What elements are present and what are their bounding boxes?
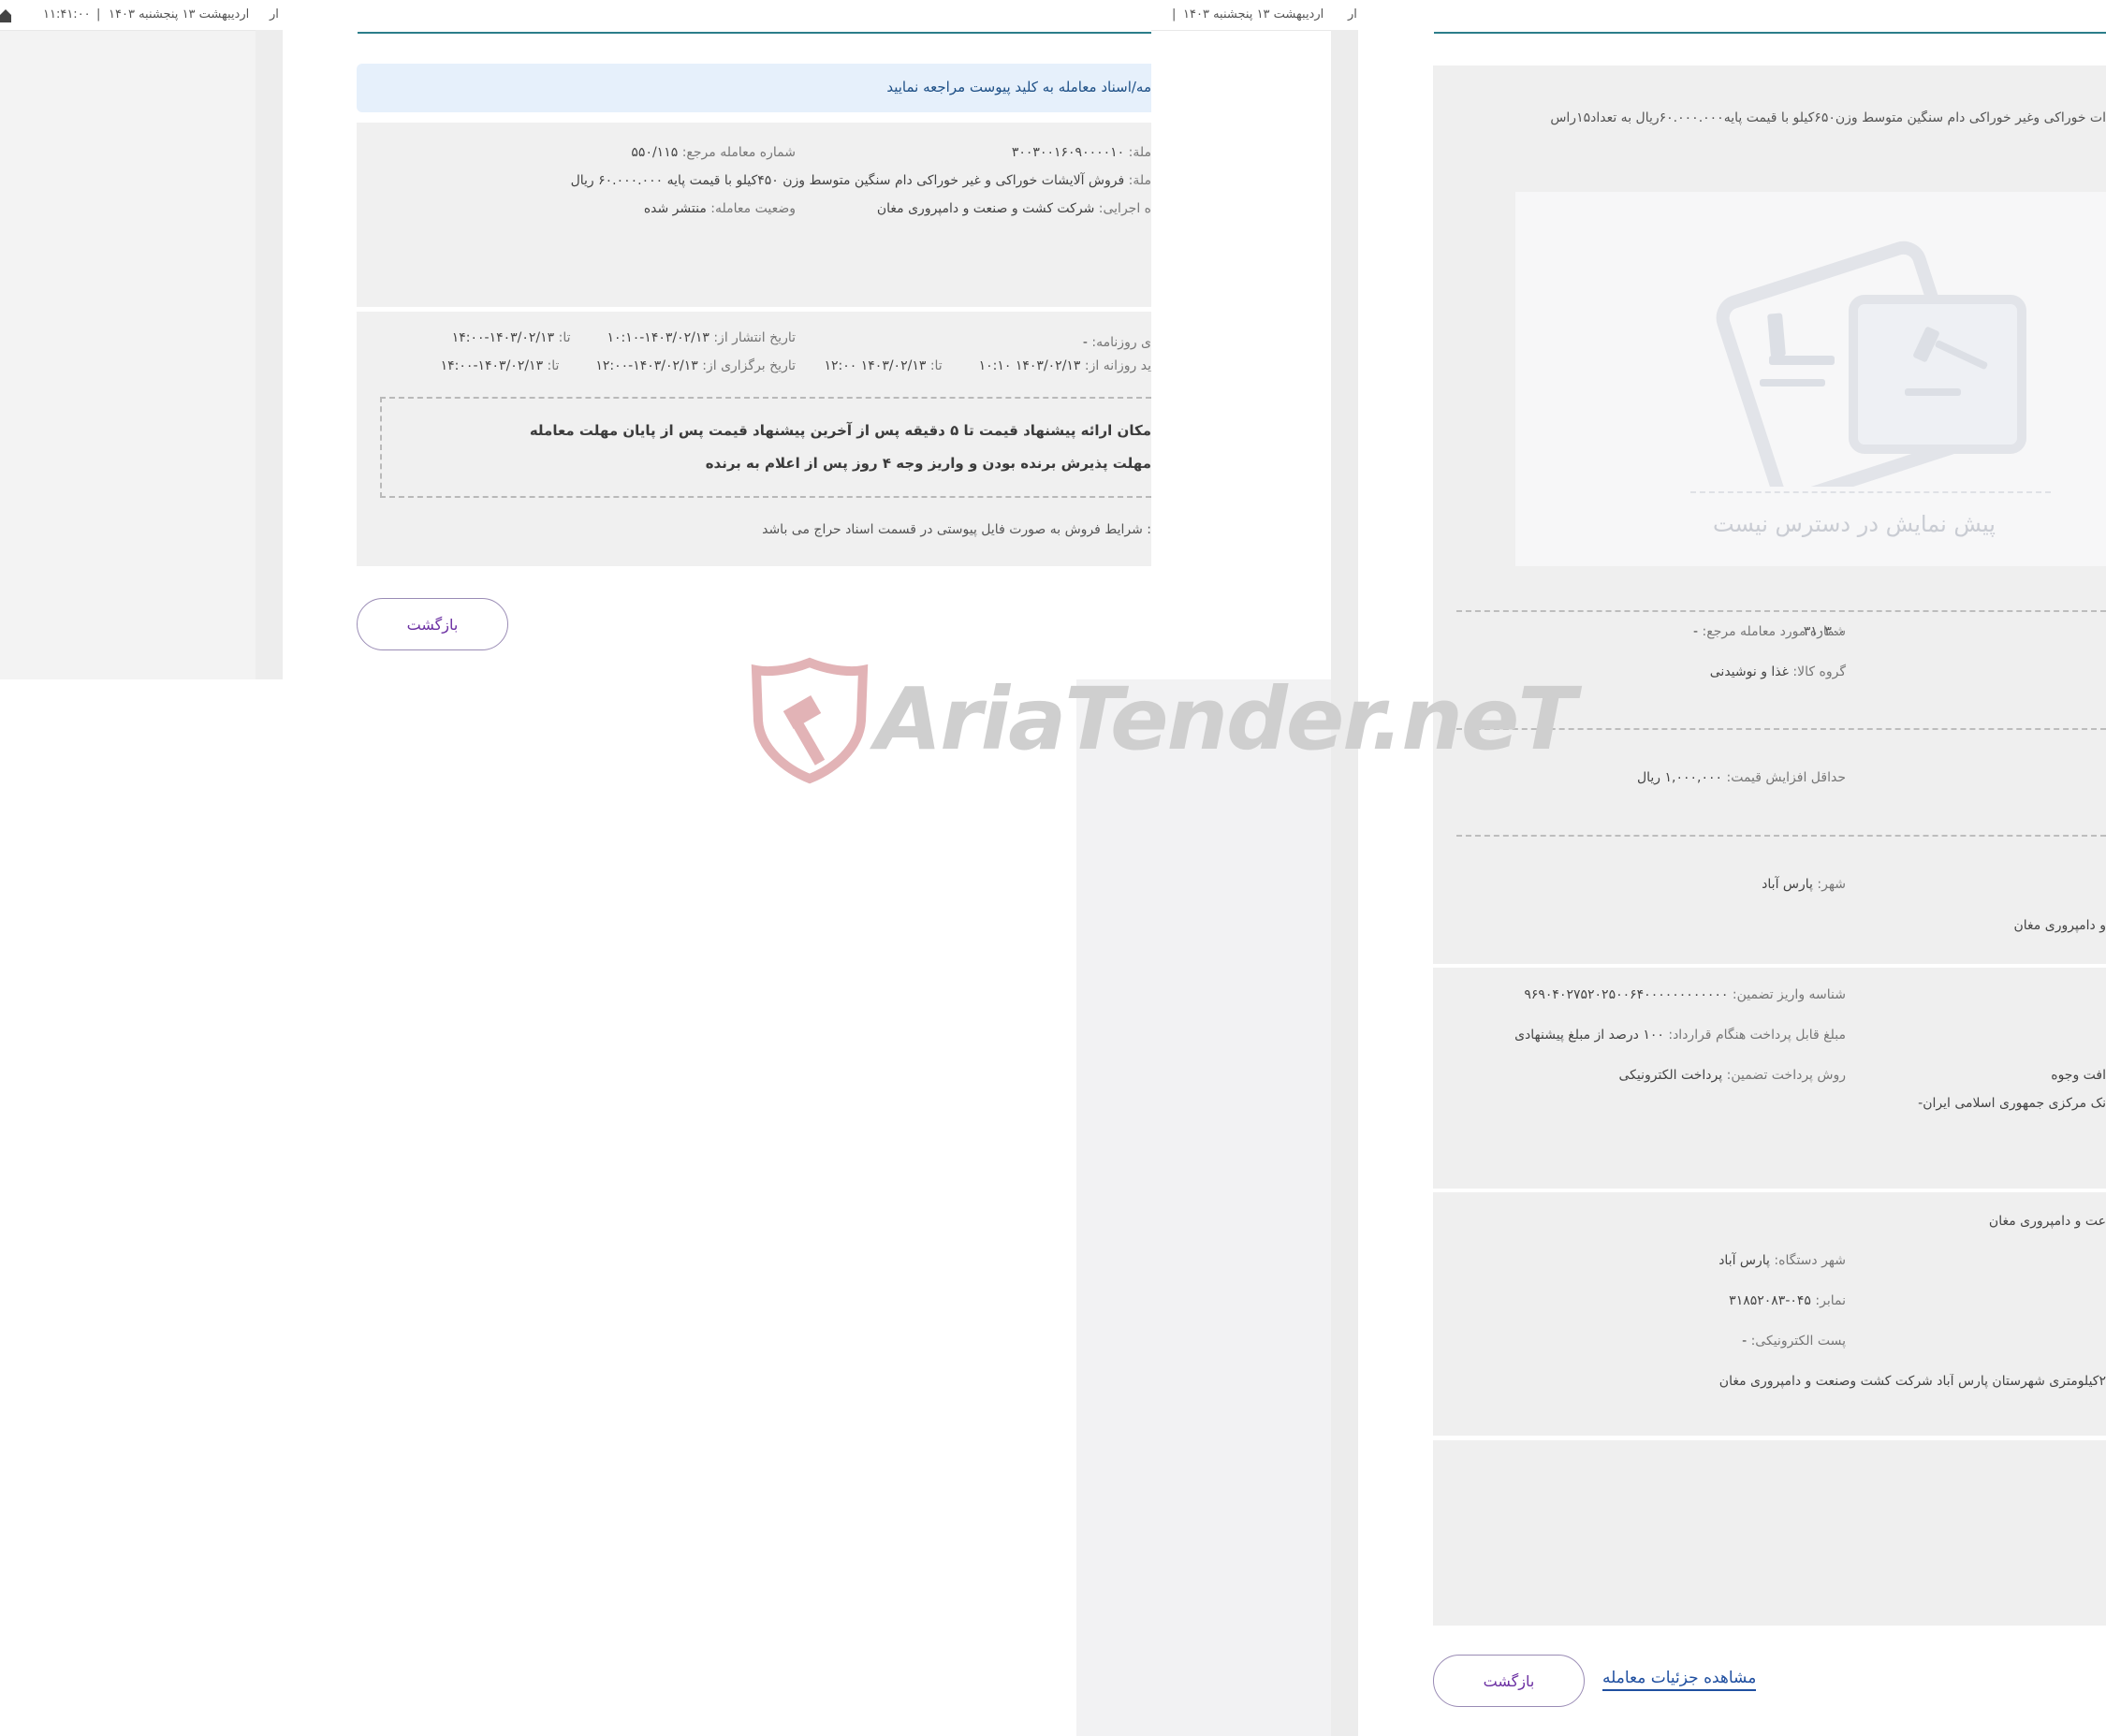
guarantee-method-label: روش پرداخت تضمین: [1726,1068,1846,1083]
email-value: - [1742,1334,1748,1349]
fax-row: نمابر: ۰۴۵-۳۱۸۵۲۰۸۳ [1488,1293,1846,1308]
city-row: شهر: پارس آباد [1488,877,1846,892]
executor-value: شرکت کشت و صنعت و دامپروری مغان [876,201,1095,216]
executor-row: ه اجرایی: شرکت کشت و صنعت و دامپروری مغا… [877,201,1151,216]
device-city-value: پارس آباد [1718,1253,1770,1268]
watermark-text: AriaTender.neT [875,669,1576,769]
deal-title-label: ملة: [1128,173,1151,188]
publish-label: تاریخ انتشار از: [713,330,796,345]
goods-group-label: گروه کالا: [1792,664,1846,679]
deal-intro-text: ات خوراکی وغیر خوراکی دام سنگین متوسط وز… [1550,110,2106,125]
ref-item-row: شماره مورد معامله مرجع: - [1488,624,1846,639]
background-sidebar [256,30,283,679]
fax-label: نمابر: [1815,1293,1846,1308]
preview-underline [1690,491,2051,493]
hold-to-label: تا: [547,358,560,373]
preview-unavailable-text: پیش نمایش در دسترس نیست [1713,511,1996,537]
deal-title-value: فروش آلایشات خوراکی و غیر خوراکی دام سنگ… [570,173,1125,188]
city-label: شهر: [1817,877,1846,892]
org-full-fragment: عت و دامپروری مغان [1988,1214,2106,1229]
contract-amount-value: ۱۰۰ درصد از مبلغ پیشنهادی [1514,1028,1664,1043]
status-label: وضعیت معامله: [710,201,796,216]
divider-1 [1456,610,2106,612]
min-increase-label: حداقل افزایش قیمت: [1726,770,1846,785]
middle-lower-sidebar [1076,679,1331,1736]
daily-row: ید روزانه از: ۱۴۰۳/۰۲/۱۳ ۱۰:۱۰ تا: ۱۴۰۳/… [825,358,1151,373]
ref-number-value: ۵۵۰/۱۱۵ [631,145,679,160]
ref-number-row: شماره معامله مرجع: ۵۵۰/۱۱۵ [631,145,796,160]
bank-fragment: نک مرکزی جمهوری اسلامی ایران- [1918,1096,2106,1111]
ref-item-value: - [1693,624,1699,639]
right-back-button[interactable]: بازگشت [1433,1655,1585,1707]
terms-text: : شرایط فروش به صورت فایل پیوستی در قسمت… [762,522,1151,537]
note-line-2: مهلت پذیرش برنده بودن و واریز وجه ۴ روز … [705,455,1151,472]
ref-number-label: شماره معامله مرجع: [681,145,796,160]
min-increase-row: حداقل افزایش قیمت: ۱,۰۰۰,۰۰۰ ریال [1488,770,1846,785]
contract-amount-row: مبلغ قابل پرداخت هنگام قرارداد: ۱۰۰ درصد… [1488,1028,1846,1043]
publish-to-label: تا: [558,330,571,345]
attachment-alert-text: مه/اسناد معامله به کلید پیوست مراجعه نما… [886,79,1151,95]
background-window [0,0,283,679]
daily-to: ۱۴۰۳/۰۲/۱۳ ۱۲:۰۰ [824,358,927,373]
contract-amount-label: مبلغ قابل پرداخت هنگام قرارداد: [1668,1028,1846,1043]
bg-topbar-time: ۱۱:۴۱:۰۰ [43,7,91,22]
status-value: منتشر شده [643,201,707,216]
deal-number-value: ۳۰۰۳۰۰۱۶۰۹۰۰۰۰۱۰ [1011,145,1125,160]
daily-label: ید روزانه از: [1084,358,1151,373]
receive-fragment: افت وجوه [2051,1068,2106,1083]
hold-to: ۱۴۰۳/۰۲/۱۳-۱۴:۰۰ [440,358,544,373]
guarantee-id-label: شناسه واریز تضمین: [1732,987,1846,1002]
fax-value: ۰۴۵-۳۱۸۵۲۰۸۳ [1729,1293,1811,1308]
right-header-rule [1434,32,2106,34]
middle-header-rule [358,32,1151,34]
publish-row: تاریخ انتشار از: ۱۴۰۳/۰۲/۱۳-۱۰:۱۰ تا: ۱۴… [452,330,796,345]
deal-number-label: ملة: [1128,145,1151,160]
address-fragment: ۲کیلومتری شهرستان پارس آباد شرکت کشت وصن… [1718,1374,2106,1389]
status-row: وضعیت معامله: منتشر شده [644,201,796,216]
daily-from: ۱۴۰۳/۰۲/۱۳ ۱۰:۱۰ [978,358,1081,373]
home-icon[interactable] [0,7,11,22]
city-value: پارس آباد [1762,877,1813,892]
executor-label: ه اجرایی: [1098,201,1151,216]
middle-right-sidebar [1331,30,1358,1736]
view-deal-details-link[interactable]: مشاهده جزئیات معامله [1602,1669,1757,1691]
notes-box [380,397,1151,498]
newspaper-label: ی روزنامه: [1091,335,1151,350]
bg-topbar-fragment: ار [270,7,279,22]
guarantee-id-value: ۹۶۹۰۴۰۲۷۵۲۰۲۵۰۰۶۴۰۰۰۰۰۰۰۰۰۰۰۰ [1524,987,1729,1002]
newspaper-value: - [1082,335,1088,350]
deal-number-row: ملة: ۳۰۰۳۰۰۱۶۰۹۰۰۰۰۱۰ [1012,145,1151,160]
note-line-1: مکان ارائه پیشنهاد قیمت تا ۵ دقیقه پس از… [529,422,1151,439]
hold-from: ۱۴۰۳/۰۲/۱۳-۱۲:۰۰ [595,358,698,373]
email-row: پست الکترونیکی: - [1488,1334,1846,1349]
empty-panel [1433,1437,2106,1626]
device-city-row: شهر دستگاه: پارس آباد [1488,1253,1846,1268]
watermark-shield-icon [749,655,870,786]
mid-topbar-fragment-right: ار [1348,7,1357,22]
publish-from: ۱۴۰۳/۰۲/۱۳-۱۰:۱۰ [607,330,709,345]
guarantee-method-row: روش پرداخت تضمین: پرداخت الکترونیکی [1488,1068,1846,1083]
newspaper-row: ی روزنامه: - [1083,335,1151,350]
gavel-illustration-icon [1713,225,2031,505]
guarantee-method-value: پرداخت الکترونیکی [1618,1068,1723,1083]
deal-title-row: ملة: فروش آلایشات خوراکی و غیر خوراکی دا… [571,173,1151,188]
organization-fragment: و دامپروری مغان [2013,918,2106,933]
bg-topbar-date: اردیبهشت ۱۳ پنجشنبه ۱۴۰۳ [109,7,250,22]
ref-item-label: شماره مورد معامله مرجع: [1702,624,1846,639]
daily-to-label: تا: [929,358,943,373]
device-city-label: شهر دستگاه: [1774,1253,1846,1268]
hold-row: تاریخ برگزاری از: ۱۴۰۳/۰۲/۱۳-۱۲:۰۰ تا: ۱… [441,358,796,373]
divider-3 [1456,835,2106,837]
back-button[interactable]: بازگشت [357,598,508,650]
guarantee-id-row: شناسه واریز تضمین: ۹۶۹۰۴۰۲۷۵۲۰۲۵۰۰۶۴۰۰۰۰… [1488,987,1846,1002]
min-increase-value: ۱,۰۰۰,۰۰۰ ریال [1636,770,1723,785]
hold-label: تاریخ برگزاری از: [702,358,796,373]
publish-to: ۱۴۰۳/۰۲/۱۳-۱۴:۰۰ [451,330,555,345]
mid-topbar-date: اردیبهشت ۱۳ پنجشنبه ۱۴۰۳ [1183,7,1324,22]
goods-group-value: غذا و نوشیدنی [1709,664,1789,679]
mid-topbar-separator: | [1172,7,1177,22]
email-label: پست الکترونیکی: [1750,1334,1846,1349]
bg-topbar-separator: | [96,7,101,22]
